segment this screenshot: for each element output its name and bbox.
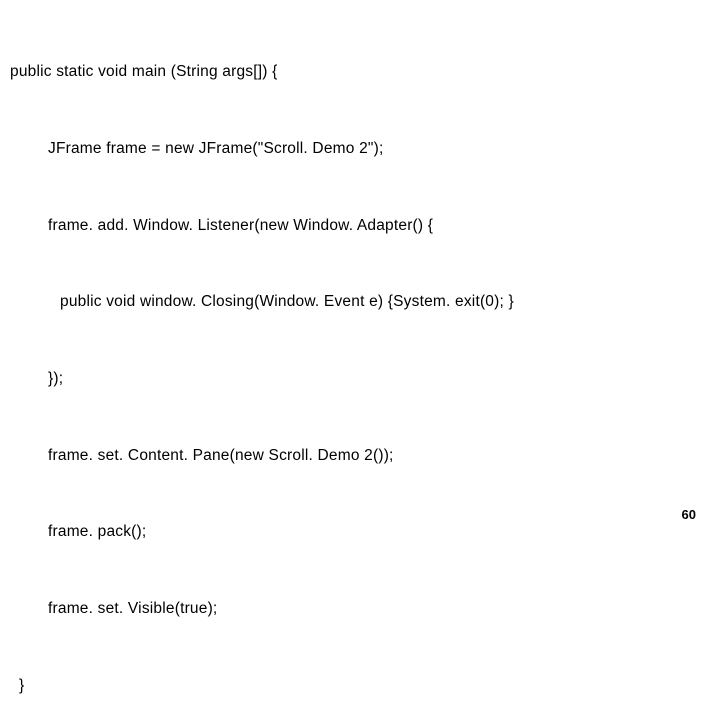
code-line: frame. set. Content. Pane(new Scroll. De…: [10, 443, 710, 469]
code-line: JFrame frame = new JFrame("Scroll. Demo …: [10, 136, 710, 162]
code-line: frame. add. Window. Listener(new Window.…: [10, 213, 710, 239]
code-line: public void window. Closing(Window. Even…: [10, 289, 710, 315]
code-block: public static void main (String args[]) …: [10, 8, 710, 724]
code-line: frame. pack();: [10, 519, 710, 545]
code-line: public static void main (String args[]) …: [10, 59, 710, 85]
code-line: frame. set. Visible(true);: [10, 596, 710, 622]
code-line: });: [10, 366, 710, 392]
page-number: 60: [682, 507, 696, 522]
code-line: }: [10, 673, 710, 699]
